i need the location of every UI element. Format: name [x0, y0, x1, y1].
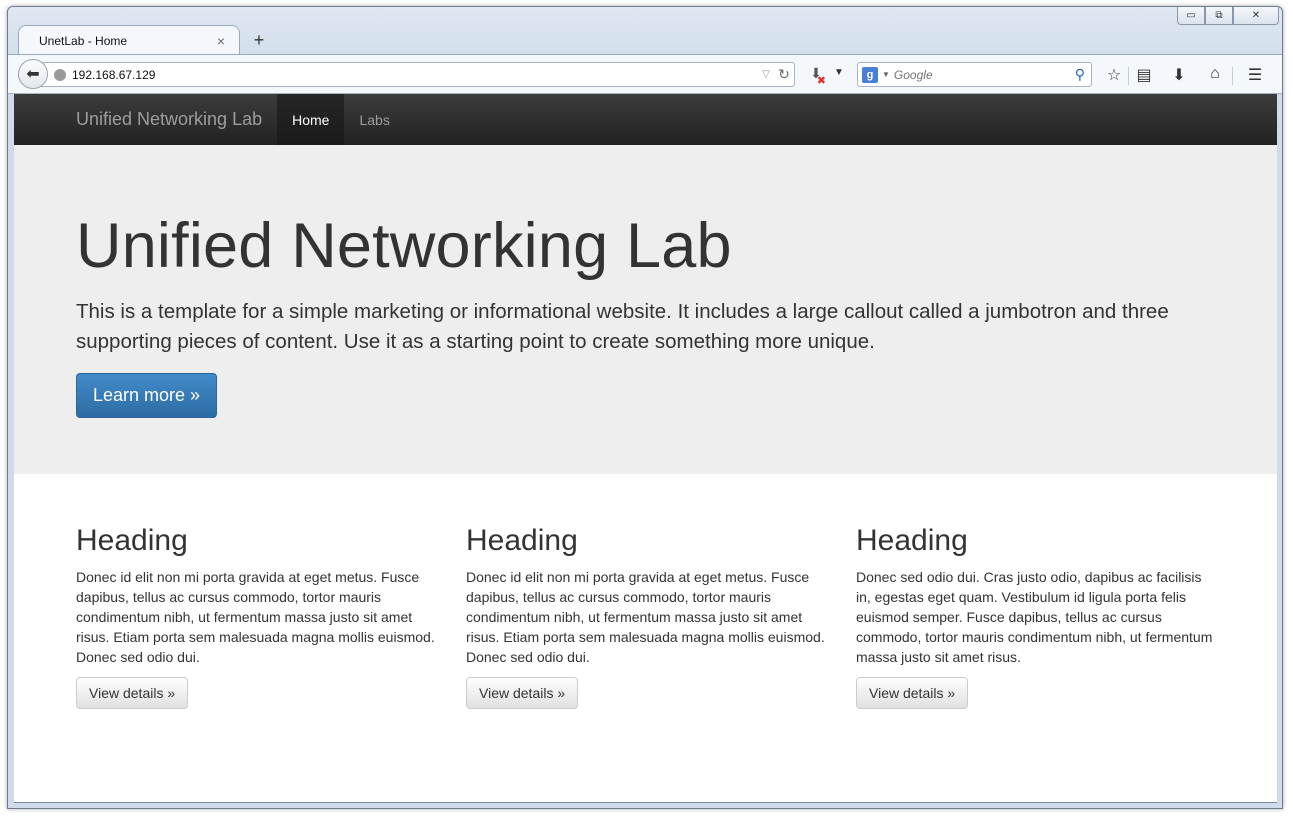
url-bar[interactable]: 192.168.67.129 ▽ ↻: [40, 62, 795, 87]
search-bar[interactable]: g ▼ ⚲: [857, 62, 1092, 87]
nav-home[interactable]: Home: [277, 94, 345, 145]
tab-title: UnetLab - Home: [39, 33, 128, 48]
globe-icon: [54, 68, 66, 81]
download-icon[interactable]: ⬇: [1168, 65, 1190, 87]
browser-window: ▭ ⧉ ✕ UnetLab - Home × + 192.168.67.129 …: [7, 6, 1283, 809]
browser-toolbar: 192.168.67.129 ▽ ↻ ⬅ ⬇✖ ▼ g ▼ ⚲ ☆ ▤ ⬇ ⌂ …: [8, 54, 1282, 94]
column-heading: Heading: [856, 524, 968, 557]
download-blocked-icon[interactable]: ⬇ ✖: [805, 65, 827, 87]
column-heading: Heading: [76, 524, 188, 557]
column-heading: Heading: [466, 524, 578, 557]
minimize-button[interactable]: ▭: [1177, 7, 1205, 25]
column-3: Heading Donec sed odio dui. Cras justo o…: [856, 524, 1246, 709]
browser-tab[interactable]: UnetLab - Home ×: [18, 25, 240, 55]
column-text: Donec sed odio dui. Cras justo odio, dap…: [856, 569, 1213, 665]
toolbar-separator: [1232, 67, 1233, 85]
new-tab-button[interactable]: +: [248, 29, 270, 51]
tab-close-icon[interactable]: ×: [213, 33, 229, 49]
jumbotron: Unified Networking Lab This is a templat…: [14, 145, 1277, 474]
view-details-button[interactable]: View details »: [466, 677, 579, 709]
url-text[interactable]: 192.168.67.129: [72, 68, 758, 82]
search-engine-dropdown-icon[interactable]: ▼: [882, 70, 890, 79]
url-dropdown-icon[interactable]: ▽: [758, 69, 774, 80]
page-content: Unified Networking Lab Home Labs Unified…: [14, 94, 1277, 803]
home-icon[interactable]: ⌂: [1204, 65, 1226, 87]
back-arrow-icon[interactable]: ⬅: [18, 59, 48, 89]
chevron-down-icon[interactable]: ▼: [834, 67, 844, 78]
column-2: Heading Donec id elit non mi porta gravi…: [466, 524, 856, 709]
jumbotron-text: This is a template for a simple marketin…: [76, 300, 1169, 354]
view-details-button[interactable]: View details »: [856, 677, 969, 709]
window-controls: ▭ ⧉ ✕: [1177, 7, 1279, 25]
reload-icon[interactable]: ↻: [774, 66, 794, 83]
toolbar-separator: [1128, 67, 1129, 85]
nav-labs[interactable]: Labs: [344, 94, 404, 145]
content-columns: Heading Donec id elit non mi porta gravi…: [14, 474, 1277, 709]
view-details-button[interactable]: View details »: [76, 677, 189, 709]
bookmark-star-icon[interactable]: ☆: [1103, 65, 1125, 87]
search-icon[interactable]: ⚲: [1075, 66, 1085, 83]
restore-button[interactable]: ⧉: [1205, 7, 1233, 25]
site-navbar: Unified Networking Lab Home Labs: [14, 94, 1277, 145]
close-window-button[interactable]: ✕: [1233, 7, 1279, 25]
search-input[interactable]: [893, 67, 1075, 82]
column-text: Donec id elit non mi porta gravida at eg…: [76, 569, 435, 665]
column-text: Donec id elit non mi porta gravida at eg…: [466, 569, 825, 665]
clipboard-icon[interactable]: ▤: [1133, 65, 1155, 87]
learn-more-button[interactable]: Learn more »: [76, 373, 218, 419]
brand-link[interactable]: Unified Networking Lab: [76, 94, 262, 145]
google-icon[interactable]: g: [862, 66, 878, 83]
column-1: Heading Donec id elit non mi porta gravi…: [76, 524, 466, 709]
menu-icon[interactable]: ☰: [1244, 65, 1266, 87]
jumbotron-title: Unified Networking Lab: [76, 211, 732, 281]
